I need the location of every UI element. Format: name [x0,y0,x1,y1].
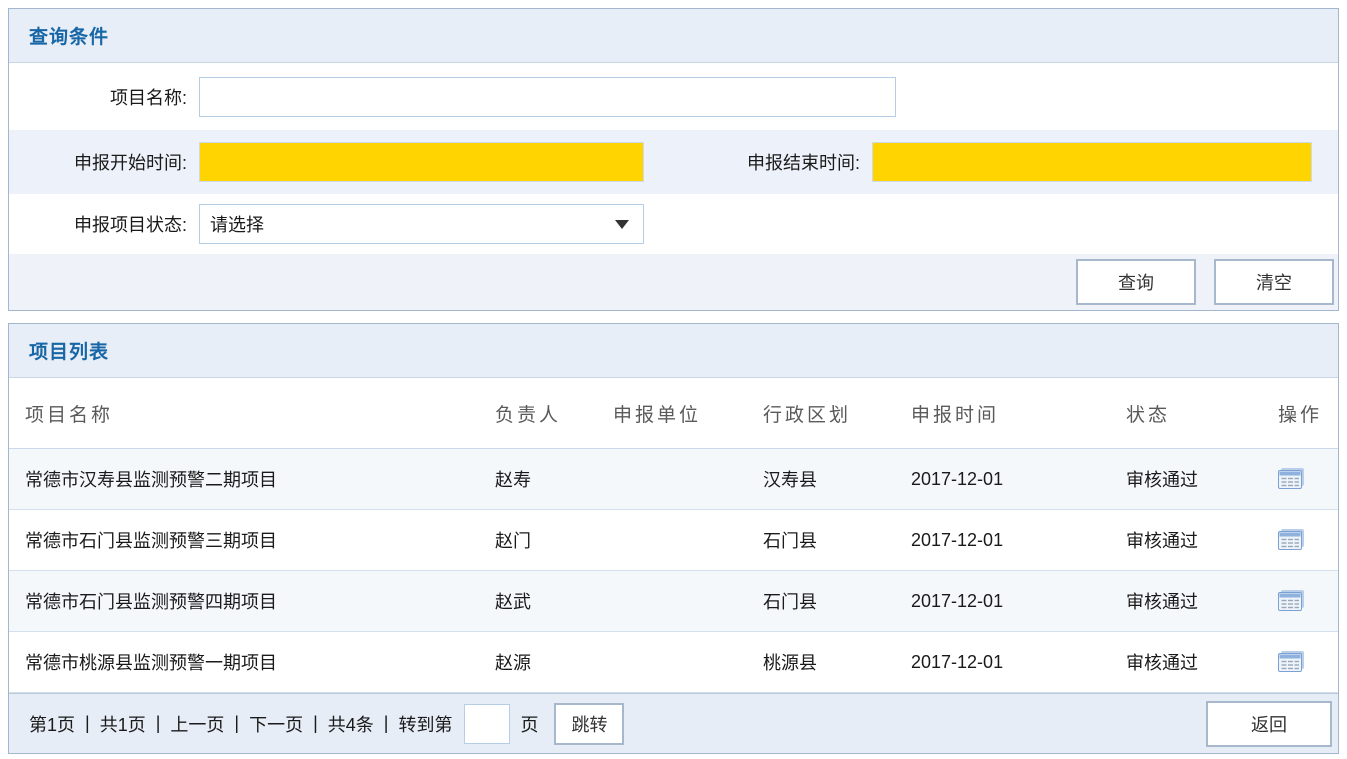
start-time-label: 申报开始时间: [9,149,199,175]
goto-suffix-label: 页 [520,711,538,737]
col-header-leader: 负责人 [495,400,613,427]
separator: | [234,713,239,734]
end-time-label: 申报结束时间: [644,149,872,175]
next-page-link[interactable]: 下一页 [249,711,303,737]
col-header-name: 项目名称 [9,400,495,427]
col-header-time: 申报时间 [911,400,1126,427]
pagination-bar: 第1页 | 共1页 | 上一页 | 下一页 | 共4条 | 转到第 页 跳转 返… [9,693,1338,753]
cell-status: 审核通过 [1126,588,1278,614]
cell-region: 石门县 [763,527,911,553]
pagination-info: 第1页 | 共1页 | 上一页 | 下一页 | 共4条 | 转到第 页 跳转 [29,703,624,745]
separator: | [313,713,318,734]
list-panel: 项目列表 项目名称 负责人 申报单位 行政区划 申报时间 状态 操作 常德市汉寿… [8,323,1339,754]
cell-leader: 赵门 [495,527,613,553]
back-button[interactable]: 返回 [1206,701,1332,747]
page: 查询条件 项目名称: 申报开始时间: 申报结束时间: 申报项目状态: 请选择 查… [0,0,1347,759]
col-header-op: 操作 [1278,400,1338,427]
status-label: 申报项目状态: [9,211,199,237]
col-header-status: 状态 [1126,400,1278,427]
chevron-down-icon [615,220,629,229]
clear-button[interactable]: 清空 [1214,259,1334,305]
goto-prefix-label: 转到第 [398,711,452,737]
cell-status: 审核通过 [1126,466,1278,492]
current-page-label: 第1页 [29,711,75,737]
prev-page-link[interactable]: 上一页 [170,711,224,737]
project-table: 项目名称 负责人 申报单位 行政区划 申报时间 状态 操作 常德市汉寿县监测预警… [9,378,1338,693]
table-row: 常德市汉寿县监测预警二期项目 赵寿 汉寿县 2017-12-01 审核通过 [9,449,1338,510]
table-icon[interactable] [1278,651,1304,673]
cell-time: 2017-12-01 [911,591,1126,612]
project-name-row: 项目名称: [9,63,1338,130]
status-select[interactable]: 请选择 [199,204,644,244]
table-icon[interactable] [1278,590,1304,612]
cell-project-name: 常德市石门县监测预警四期项目 [9,588,495,614]
separator: | [384,713,389,734]
query-panel-title: 查询条件 [29,22,109,49]
table-header-row: 项目名称 负责人 申报单位 行政区划 申报时间 状态 操作 [9,378,1338,449]
list-panel-title: 项目列表 [29,337,109,364]
table-row: 常德市桃源县监测预警一期项目 赵源 桃源县 2017-12-01 审核通过 [9,632,1338,693]
total-items-label: 共4条 [328,711,374,737]
goto-page-input[interactable] [464,704,510,744]
cell-time: 2017-12-01 [911,469,1126,490]
query-actions-row: 查询 清空 [9,254,1338,310]
project-name-input[interactable] [199,77,896,117]
table-row: 常德市石门县监测预警四期项目 赵武 石门县 2017-12-01 审核通过 [9,571,1338,632]
query-panel-header: 查询条件 [9,9,1338,63]
table-icon[interactable] [1278,468,1304,490]
separator: | [85,713,90,734]
cell-status: 审核通过 [1126,649,1278,675]
start-time-input[interactable] [199,142,644,182]
col-header-region: 行政区划 [763,400,911,427]
cell-project-name: 常德市汉寿县监测预警二期项目 [9,466,495,492]
cell-leader: 赵武 [495,588,613,614]
cell-project-name: 常德市桃源县监测预警一期项目 [9,649,495,675]
cell-leader: 赵源 [495,649,613,675]
cell-project-name: 常德市石门县监测预警三期项目 [9,527,495,553]
cell-region: 桃源县 [763,649,911,675]
cell-time: 2017-12-01 [911,530,1126,551]
project-name-label: 项目名称: [9,84,199,110]
total-pages-label: 共1页 [100,711,146,737]
cell-region: 汉寿县 [763,466,911,492]
table-icon[interactable] [1278,529,1304,551]
cell-leader: 赵寿 [495,466,613,492]
search-button[interactable]: 查询 [1076,259,1196,305]
col-header-unit: 申报单位 [613,400,763,427]
table-row: 常德市石门县监测预警三期项目 赵门 石门县 2017-12-01 审核通过 [9,510,1338,571]
date-range-row: 申报开始时间: 申报结束时间: [9,130,1338,194]
end-time-input[interactable] [872,142,1312,182]
cell-region: 石门县 [763,588,911,614]
status-row: 申报项目状态: 请选择 [9,194,1338,254]
status-selected-value: 请选择 [210,211,615,237]
jump-button[interactable]: 跳转 [554,703,624,745]
list-panel-header: 项目列表 [9,324,1338,378]
separator: | [156,713,161,734]
cell-time: 2017-12-01 [911,652,1126,673]
query-panel: 查询条件 项目名称: 申报开始时间: 申报结束时间: 申报项目状态: 请选择 查… [8,8,1339,311]
cell-status: 审核通过 [1126,527,1278,553]
